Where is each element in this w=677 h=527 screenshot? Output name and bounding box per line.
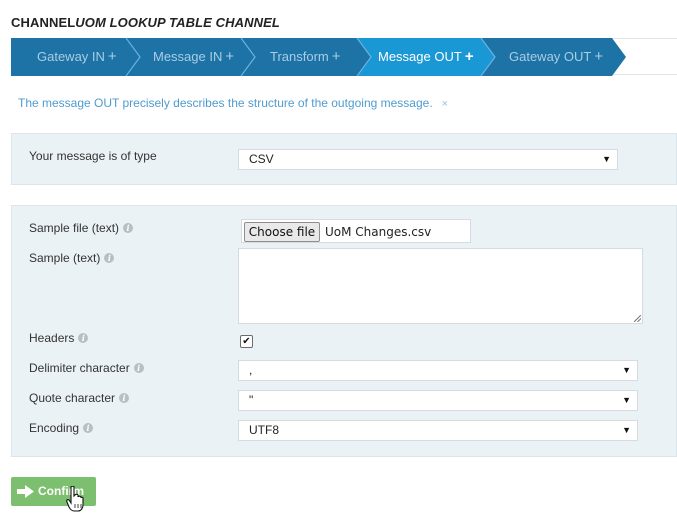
wizard-step-message-in[interactable]: Message IN + [153, 39, 234, 76]
quote-label: Quote character i [29, 391, 130, 405]
step-label: Message OUT [378, 49, 462, 64]
info-icon: i [133, 363, 144, 373]
info-message-text: The message OUT precisely describes the … [18, 96, 433, 110]
quote-label-text: Quote character [29, 391, 116, 405]
sample-file-label-text: Sample file (text) [29, 221, 120, 235]
encoding-value: UTF8 [249, 423, 279, 437]
info-icon: i [119, 393, 130, 403]
plus-icon: + [225, 48, 235, 65]
headers-label-text: Headers [29, 331, 75, 345]
step-label: Message IN [153, 49, 223, 64]
plus-icon: + [594, 48, 604, 65]
chevron-down-icon: ▼ [622, 365, 631, 375]
choose-file-button[interactable]: Choose file [244, 222, 320, 242]
delimiter-select[interactable]: , ▼ [238, 360, 638, 381]
step-label: Transform [270, 49, 329, 64]
wizard-step-gateway-in[interactable]: Gateway IN + [37, 39, 117, 76]
delimiter-label-text: Delimiter character [29, 361, 130, 375]
close-icon[interactable]: × [442, 98, 448, 110]
page-title-main: CHANNEL [11, 15, 76, 30]
wizard-step-transform[interactable]: Transform + [270, 39, 341, 76]
chevron-down-icon: ▼ [622, 395, 631, 405]
message-type-label: Your message is of type [29, 149, 157, 163]
arrow-right-icon [17, 485, 34, 498]
message-type-select[interactable]: CSV ▼ [238, 149, 618, 170]
info-icon: i [83, 423, 94, 433]
selected-file-name: UoM Changes.csv [325, 225, 432, 239]
quote-value: " [249, 393, 254, 407]
sample-file-input: Choose file UoM Changes.csv [241, 219, 471, 243]
wizard-steps: Gateway IN + Message IN + Transform + Messa… [11, 38, 677, 76]
encoding-label: Encoding i [29, 421, 94, 435]
encoding-select[interactable]: UTF8 ▼ [238, 420, 638, 441]
sample-text-label: Sample (text) i [29, 251, 115, 265]
step-label: Gateway IN [37, 49, 105, 64]
info-message: The message OUT precisely describes the … [18, 96, 448, 110]
wizard-step-gateway-out[interactable]: Gateway OUT + [509, 39, 603, 76]
step-label: Gateway OUT [509, 49, 592, 64]
info-icon: i [78, 333, 89, 343]
sample-text-label-text: Sample (text) [29, 251, 101, 265]
chevron-down-icon: ▼ [622, 425, 631, 435]
plus-icon: + [107, 48, 117, 65]
sample-text-area[interactable] [238, 248, 643, 324]
encoding-label-text: Encoding [29, 421, 80, 435]
delimiter-label: Delimiter character i [29, 361, 144, 375]
chevron-down-icon: ▼ [602, 154, 611, 164]
csv-settings-panel: Sample file (text) i Choose file UoM Chan… [11, 205, 677, 457]
delimiter-value: , [249, 363, 253, 377]
page-title: CHANNELUOM LOOKUP TABLE CHANNEL [11, 15, 280, 30]
page-title-channel-name: UOM LOOKUP TABLE CHANNEL [75, 15, 280, 30]
message-type-panel: Your message is of type CSV ▼ [11, 133, 677, 185]
info-icon: i [104, 253, 115, 263]
sample-file-label: Sample file (text) i [29, 221, 134, 235]
message-type-value: CSV [249, 152, 274, 166]
plus-icon: + [464, 48, 474, 65]
hand-cursor-icon [66, 486, 84, 512]
plus-icon: + [331, 48, 341, 65]
wizard-step-message-out[interactable]: Message OUT + [378, 39, 474, 76]
info-icon: i [123, 223, 134, 233]
resize-handle-icon[interactable] [634, 315, 641, 322]
quote-select[interactable]: " ▼ [238, 390, 638, 411]
headers-label: Headers i [29, 331, 89, 345]
headers-checkbox[interactable]: ✔ [240, 335, 253, 348]
